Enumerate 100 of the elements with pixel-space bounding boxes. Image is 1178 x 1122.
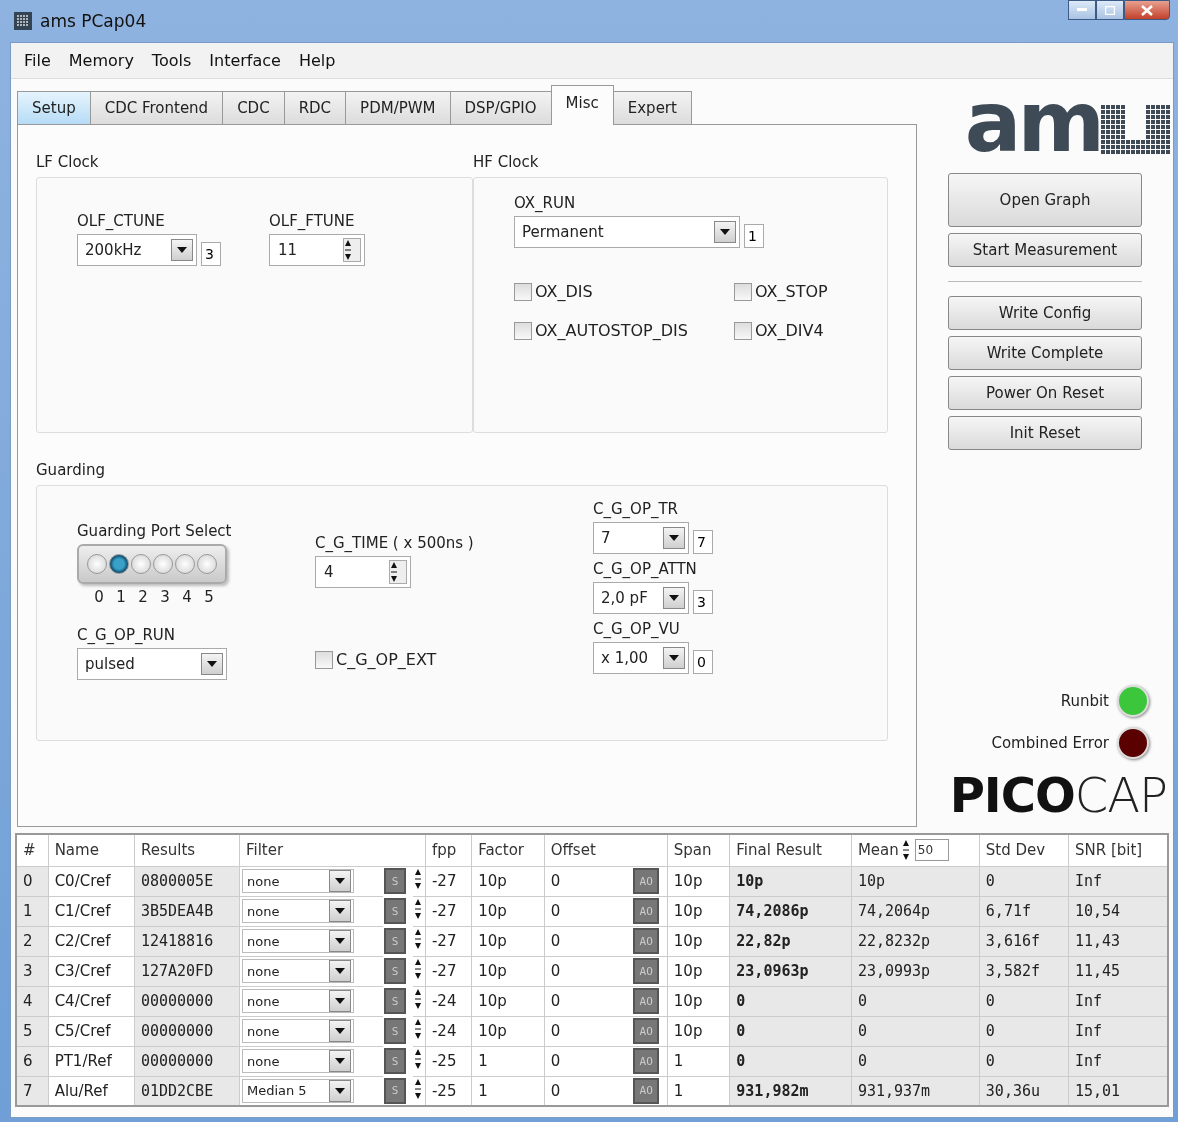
tab[interactable]: Setup	[17, 91, 91, 125]
dropdown[interactable]: pulsed	[77, 648, 227, 680]
spinner-arrows-icon[interactable]	[390, 561, 398, 583]
caret-icon	[334, 908, 345, 914]
group-title: LF Clock	[36, 153, 100, 173]
action-button[interactable]: Start Measurement	[948, 233, 1142, 267]
spinner-arrows-icon[interactable]	[413, 868, 422, 890]
minimize-button[interactable]	[1068, 0, 1096, 20]
column-header: Mean 50	[851, 834, 980, 866]
tab[interactable]: DSP/GPIO	[449, 91, 552, 125]
spin-field[interactable]: 11	[269, 234, 365, 266]
menu-item[interactable]: File	[17, 51, 58, 70]
dropdown[interactable]: none	[241, 959, 354, 983]
checkbox[interactable]: OX_DIV4	[734, 321, 854, 340]
table-cell: 1	[471, 1076, 545, 1106]
menu-item[interactable]: Memory	[61, 51, 141, 70]
dropdown[interactable]: none	[241, 899, 354, 923]
radio-label: 1	[115, 588, 127, 606]
spinner-arrows-icon[interactable]	[413, 988, 422, 1010]
radio-label: 3	[159, 588, 171, 606]
table-cell: 10p	[471, 1016, 545, 1046]
spinner-arrows-icon[interactable]	[901, 839, 910, 862]
table-cell: 10p	[667, 926, 730, 956]
table-cell: 10p	[667, 896, 730, 926]
table-cell: 0	[979, 1016, 1069, 1046]
table-cell: 3,582f	[979, 956, 1069, 986]
dropdown[interactable]: 2,0 pF	[593, 582, 689, 614]
radio-button[interactable]	[109, 554, 129, 574]
dropdown[interactable]: none	[241, 989, 354, 1013]
row-number: 6	[16, 1046, 49, 1076]
tab[interactable]: Expert	[612, 91, 692, 125]
checkbox[interactable]: OX_DIS	[514, 282, 734, 301]
table-cell: 10p	[667, 986, 730, 1016]
spinner-arrows-icon[interactable]	[413, 1077, 422, 1100]
dropdown[interactable]: Permanent	[514, 216, 740, 248]
value-field: 0	[693, 650, 713, 674]
action-button[interactable]: Power On Reset	[948, 376, 1142, 410]
checkbox[interactable]: OX_STOP	[734, 282, 854, 301]
tab[interactable]: PDM/PWM	[345, 91, 451, 125]
radio-selector[interactable]	[77, 544, 227, 584]
caret-icon	[720, 229, 730, 235]
column-header: Final Result	[729, 834, 852, 866]
field-label: OX_RUN	[514, 194, 577, 212]
action-button[interactable]: Init Reset	[948, 416, 1142, 450]
field-label: C_G_OP_RUN	[77, 626, 177, 644]
spinner-arrows-icon[interactable]	[413, 1048, 422, 1070]
radio-button[interactable]	[153, 554, 173, 574]
dropdown[interactable]: none	[241, 869, 354, 893]
caret-icon	[334, 968, 345, 974]
tab[interactable]: CDC	[222, 91, 285, 125]
action-button[interactable]: Open Graph	[948, 173, 1142, 227]
spinner-arrows-icon[interactable]	[413, 928, 422, 950]
table-cell: 10p	[471, 956, 545, 986]
dropdown[interactable]: none	[241, 929, 354, 953]
window-size-field[interactable]: 50	[914, 839, 949, 862]
table-cell: 0800005E	[134, 866, 240, 896]
radio-button[interactable]	[197, 554, 217, 574]
column-header: #	[16, 834, 49, 866]
radio-button[interactable]	[131, 554, 151, 574]
action-button[interactable]: Write Complete	[948, 336, 1142, 370]
table-cell: 0	[544, 1046, 633, 1076]
dropdown[interactable]: none	[241, 1049, 354, 1073]
caret-icon	[669, 655, 679, 661]
table-cell: 30,36u	[979, 1076, 1069, 1106]
value-field: 1	[744, 224, 764, 248]
spin-field[interactable]: 4	[315, 556, 411, 588]
tab[interactable]: RDC	[283, 91, 347, 125]
spinner-arrows-icon[interactable]	[344, 239, 352, 261]
maximize-button[interactable]	[1096, 0, 1124, 20]
menu-item[interactable]: Tools	[144, 51, 199, 70]
spinner-arrows-icon[interactable]	[413, 1018, 422, 1040]
table-cell: Inf	[1068, 866, 1168, 896]
table-cell: 0	[979, 986, 1069, 1016]
action-button[interactable]: Write Config	[948, 296, 1142, 330]
dropdown[interactable]: Median 5	[241, 1078, 354, 1103]
checkbox[interactable]: OX_AUTOSTOP_DIS	[514, 321, 734, 340]
tab[interactable]: CDC Frontend	[89, 91, 224, 125]
table-cell: Inf	[1068, 986, 1168, 1016]
field-label: OLF_FTUNE	[269, 212, 356, 230]
close-button[interactable]	[1124, 0, 1170, 20]
menu-item[interactable]: Help	[291, 51, 343, 70]
table-cell: 00000000	[134, 1046, 240, 1076]
radio-button[interactable]	[87, 554, 107, 574]
dropdown[interactable]: none	[241, 1019, 354, 1043]
caret-icon	[334, 878, 345, 884]
checkbox[interactable]: C_G_OP_EXT	[315, 650, 593, 669]
table-cell: 0	[544, 866, 633, 896]
radio-button[interactable]	[175, 554, 195, 574]
table-cell: PT1/Ref	[48, 1046, 135, 1076]
spinner-arrows-icon[interactable]	[413, 958, 422, 980]
caret-icon	[334, 1028, 345, 1034]
dropdown[interactable]: 7	[593, 522, 689, 554]
dropdown[interactable]: 200kHz	[77, 234, 197, 266]
table-cell: 0	[544, 926, 633, 956]
dropdown[interactable]: x 1,00	[593, 642, 689, 674]
menu-item[interactable]: Interface	[202, 51, 288, 70]
table-cell: 74,2064p	[851, 896, 980, 926]
column-header: fpp	[425, 834, 472, 866]
spinner-arrows-icon[interactable]	[413, 898, 422, 920]
tab[interactable]: Misc	[550, 85, 614, 125]
